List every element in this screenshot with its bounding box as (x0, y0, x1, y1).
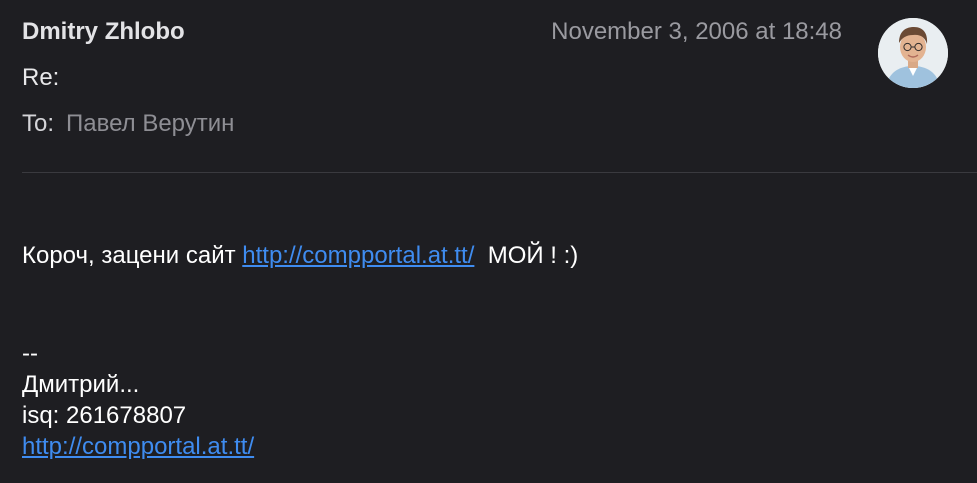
signature-name: Дмитрий... (22, 371, 140, 398)
body-text-before-link: Короч, зацени сайт (22, 242, 243, 269)
recipient-line: To: Павел Верутин (22, 108, 234, 140)
header-divider (22, 172, 977, 173)
sender-avatar[interactable] (878, 18, 948, 88)
message-date: November 3, 2006 at 18:48 (551, 18, 842, 45)
body-link[interactable]: http://compportal.at.tt/ (242, 242, 474, 269)
subject-line: Re: (22, 64, 60, 91)
sender-name[interactable]: Dmitry Zhlobo (22, 16, 185, 48)
recipient-name[interactable]: Павел Верутин (66, 110, 234, 137)
message-body-line: Короч, зацени сайт http://compportal.at.… (22, 240, 578, 272)
message-header: Dmitry Zhlobo November 3, 2006 at 18:48 … (0, 0, 977, 172)
signature: -- Дмитрий... isq: 261678807 http://comp… (22, 338, 254, 462)
avatar-photo-icon (878, 18, 948, 88)
body-text-after-link: МОЙ ! :) (474, 242, 579, 269)
signature-link[interactable]: http://compportal.at.tt/ (22, 433, 254, 460)
signature-isq: isq: 261678807 (22, 402, 187, 429)
to-label: To: (22, 110, 55, 137)
signature-separator: -- (22, 340, 38, 367)
